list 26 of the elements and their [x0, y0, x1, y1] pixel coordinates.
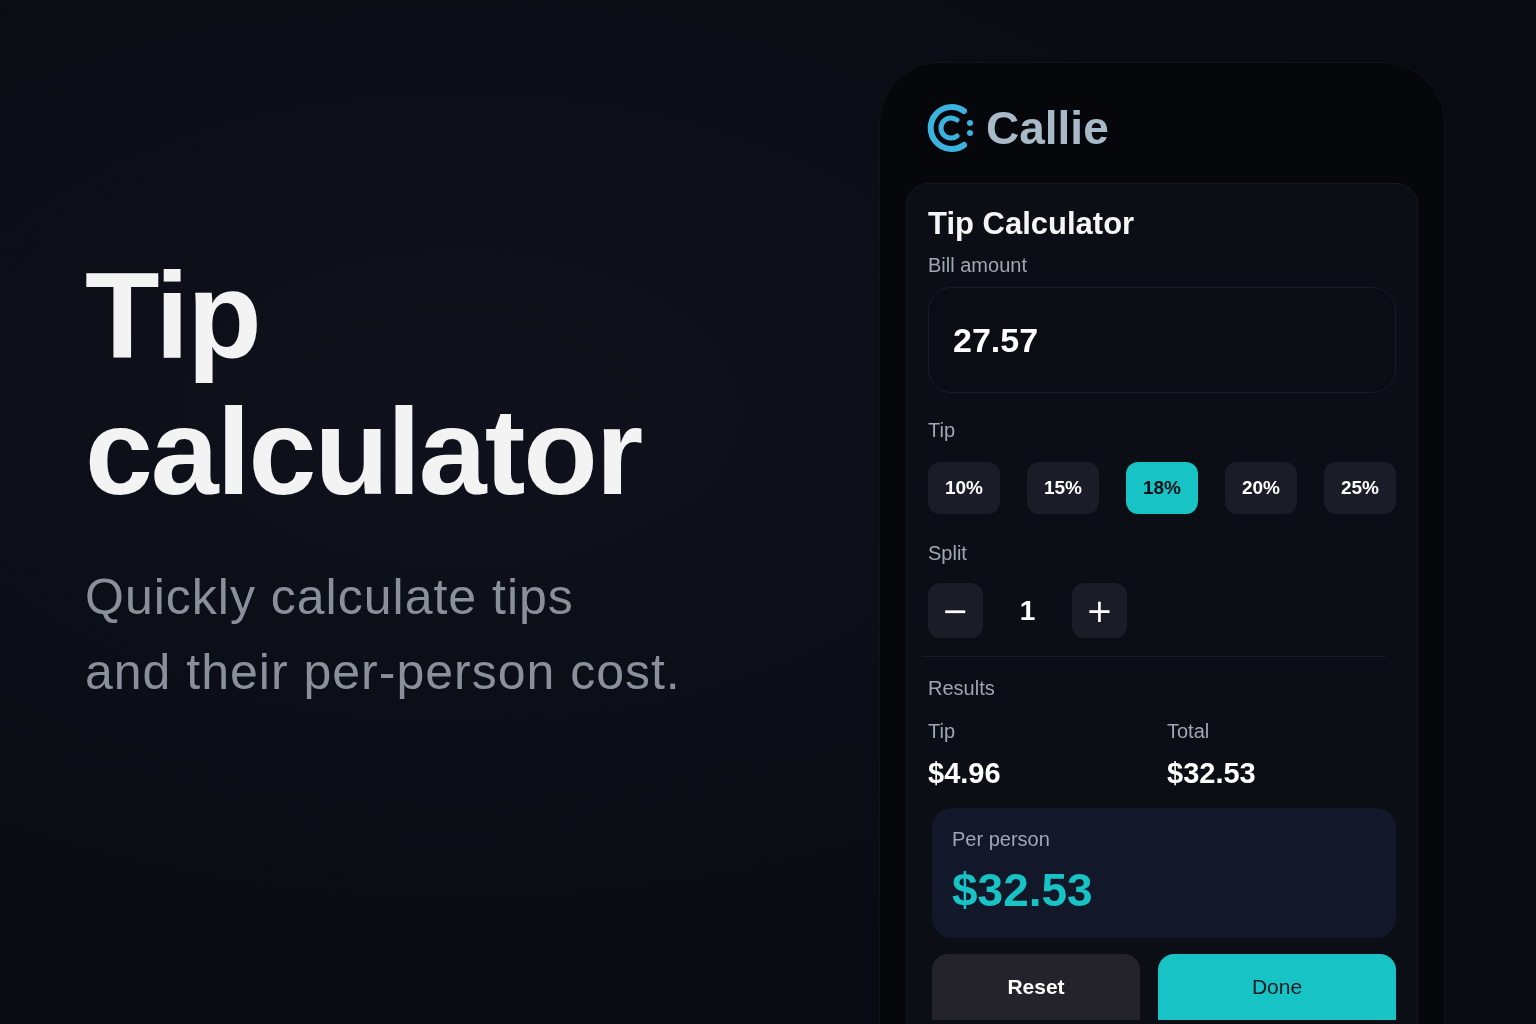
section-label: Results: [928, 677, 996, 700]
result-value: $4.96: [928, 757, 1002, 790]
decrement-button[interactable]: −: [928, 583, 983, 638]
result-label: Per person: [952, 828, 1051, 851]
tip-option[interactable]: 18%: [1126, 462, 1198, 514]
tip-option[interactable]: 25%: [1324, 462, 1396, 514]
section-label: Split: [928, 542, 968, 565]
brand-name: Callie: [986, 101, 1109, 155]
section-label: Tip: [928, 419, 957, 442]
card-title: Tip Calculator: [928, 206, 1136, 242]
reset-button[interactable]: Reset: [932, 954, 1140, 1020]
hero-subtitle: Quickly calculate tips and their per-person cost.: [85, 568, 682, 702]
done-button[interactable]: Done: [1158, 954, 1396, 1020]
result-label: Total: [1167, 720, 1211, 743]
tip-option[interactable]: 15%: [1027, 462, 1099, 514]
increment-button[interactable]: +: [1072, 583, 1127, 638]
split-value: 1: [1018, 594, 1037, 627]
logo-icon: [926, 102, 976, 154]
field-label: Bill amount: [928, 254, 1028, 277]
input-field[interactable]: 27.57: [928, 287, 1396, 393]
result-value: $32.53: [1167, 757, 1257, 790]
tip-option[interactable]: 20%: [1225, 462, 1297, 514]
hero-title: Tip calculator: [85, 248, 643, 520]
result-label: Tip: [928, 720, 957, 743]
per-person-value: $32.53: [952, 863, 1094, 917]
tip-option[interactable]: 10%: [928, 462, 1000, 514]
